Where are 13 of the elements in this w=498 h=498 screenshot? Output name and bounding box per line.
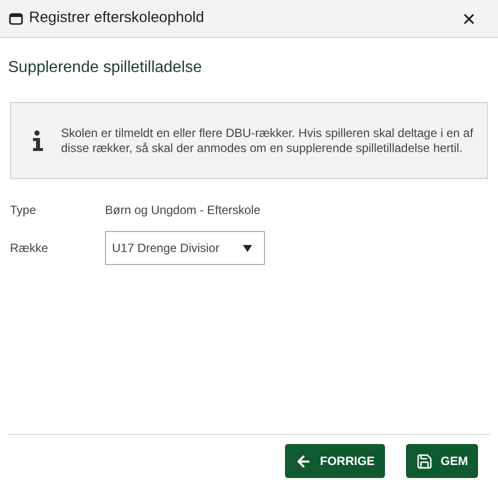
field-label: Række [10,240,50,257]
back-button[interactable]: FORRIGE [284,444,385,478]
save-button[interactable]: GEM [406,444,478,478]
field-label: Type [10,202,38,219]
info-text: Skolen er tilmeldt en eller flere DBU-rækker. Hvis spilleren skal deltage i en af disse rækker, så skal der anmodes om en supplerende spilletilladelse hertil. [61,126,474,156]
window-title: Registrer efterskoleophold [29,8,204,28]
field-value: Børn og Ungdom - Efterskole [105,202,260,219]
window-icon [9,12,23,24]
section-heading: Supplerende spilletilladelse [8,58,203,78]
dropdown-arrow-icon [243,244,252,252]
info-icon [31,130,45,152]
arrow-left-icon [294,452,312,470]
row-select[interactable]: U17 Drenge Divisior [105,231,265,265]
